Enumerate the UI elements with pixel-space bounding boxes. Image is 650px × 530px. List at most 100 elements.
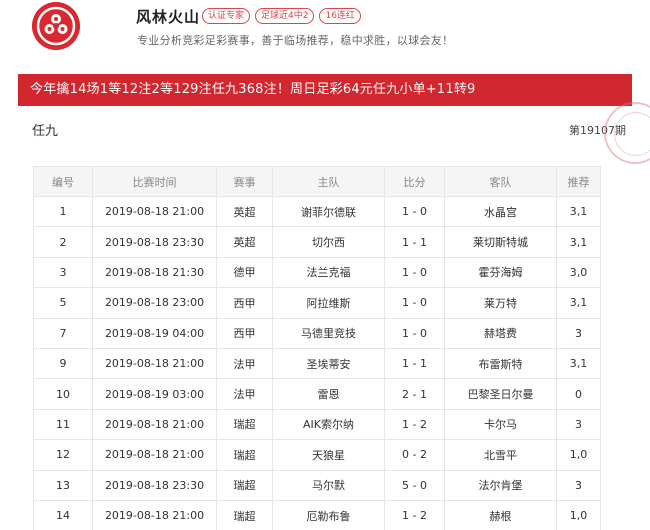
table-row[interactable]: 1 2019-08-18 21:00 英超 谢菲尔德联 1 - 0 水晶宫 3,1 (33, 195, 601, 228)
cell-pick: 3,0 (556, 256, 601, 289)
cell-home-team: 切尔西 (272, 226, 385, 258)
table-row[interactable]: 14 2019-08-18 21:00 瑞超 厄勒布鲁 1 - 2 赫根 1,0 (33, 499, 601, 530)
expert-name: 风林火山 (136, 8, 201, 26)
cell-time: 2019-08-18 21:00 (92, 408, 217, 441)
cell-score: 1 - 0 (384, 317, 445, 349)
cell-home-team: 谢菲尔德联 (272, 195, 385, 228)
cell-home-team: 厄勒布鲁 (272, 499, 385, 530)
cell-score: 1 - 1 (384, 347, 445, 380)
cell-score: 1 - 0 (384, 287, 445, 319)
header-score: 比分 (384, 166, 445, 197)
promo-banner[interactable]: 今年擒14场1等12注2等129注任九368注！周日足彩64元任九小单+11转9 (18, 74, 632, 106)
cell-no: 2 (33, 226, 93, 258)
cell-home-team: 马德里竞技 (272, 317, 385, 349)
cell-home-team: 雷恩 (272, 378, 385, 410)
cell-league: 瑞超 (216, 499, 273, 530)
table-row[interactable]: 7 2019-08-19 04:00 西甲 马德里竞技 1 - 0 赫塔费 3 (33, 317, 601, 349)
cell-away-team: 霍芬海姆 (444, 256, 557, 289)
table-row[interactable]: 2 2019-08-18 23:30 英超 切尔西 1 - 1 莱切斯特城 3,1 (33, 226, 601, 258)
cell-home-team: 马尔默 (272, 469, 385, 501)
cell-score: 1 - 2 (384, 499, 445, 530)
table-row[interactable]: 5 2019-08-18 23:00 西甲 阿拉维斯 1 - 0 莱万特 3,1 (33, 287, 601, 319)
header-home: 主队 (272, 166, 385, 197)
cell-away-team: 巴黎圣日尔曼 (444, 378, 557, 410)
cell-time: 2019-08-18 21:00 (92, 195, 217, 228)
table-row[interactable]: 3 2019-08-18 21:30 德甲 法兰克福 1 - 0 霍芬海姆 3,0 (33, 256, 601, 289)
table-row[interactable]: 12 2019-08-18 21:00 瑞超 天狼星 0 - 2 北雪平 1,0 (33, 439, 601, 471)
cell-no: 9 (33, 347, 93, 380)
expert-header: 风林火山 认证专家 足球近4中2 16连红 专业分析竞彩足彩赛事，善于临场推荐，… (0, 0, 650, 68)
header-pick: 推荐 (556, 166, 601, 197)
cell-time: 2019-08-18 21:00 (92, 499, 217, 530)
cell-league: 瑞超 (216, 439, 273, 471)
crest-icon (32, 2, 80, 50)
cell-league: 法甲 (216, 378, 273, 410)
cell-home-team: 阿拉维斯 (272, 287, 385, 319)
cell-score: 1 - 2 (384, 408, 445, 441)
header-away: 客队 (444, 166, 557, 197)
cell-no: 7 (33, 317, 93, 349)
header-league: 赛事 (216, 166, 273, 197)
tag-recent-record: 足球近4中2 (255, 8, 315, 24)
cell-time: 2019-08-18 21:00 (92, 439, 217, 471)
cell-score: 0 - 2 (384, 439, 445, 471)
cell-away-team: 莱万特 (444, 287, 557, 319)
cell-pick: 3 (556, 317, 601, 349)
cell-pick: 3 (556, 469, 601, 501)
cell-pick: 1,0 (556, 439, 601, 471)
cell-league: 瑞超 (216, 408, 273, 441)
table-row[interactable]: 11 2019-08-18 21:00 瑞超 AIK索尔纳 1 - 2 卡尔马 3 (33, 408, 601, 441)
cell-no: 11 (33, 408, 93, 441)
tag-certified: 认证专家 (202, 8, 251, 24)
cell-away-team: 莱切斯特城 (444, 226, 557, 258)
expert-tags: 认证专家 足球近4中2 16连红 (202, 8, 361, 24)
cell-time: 2019-08-18 23:00 (92, 287, 217, 319)
cell-no: 3 (33, 256, 93, 289)
expert-avatar[interactable] (32, 2, 80, 50)
cell-score: 1 - 0 (384, 195, 445, 228)
header-time: 比赛时间 (92, 166, 217, 197)
expert-description: 专业分析竞彩足彩赛事，善于临场推荐，稳中求胜，以球会友！ (137, 34, 454, 47)
cell-away-team: 水晶宫 (444, 195, 557, 228)
cell-league: 英超 (216, 226, 273, 258)
cell-league: 英超 (216, 195, 273, 228)
cell-away-team: 卡尔马 (444, 408, 557, 441)
cell-no: 5 (33, 287, 93, 319)
table-row[interactable]: 13 2019-08-18 23:30 瑞超 马尔默 5 - 0 法尔肯堡 3 (33, 469, 601, 501)
cell-time: 2019-08-18 23:30 (92, 469, 217, 501)
table-row[interactable]: 10 2019-08-19 03:00 法甲 雷恩 2 - 1 巴黎圣日尔曼 0 (33, 378, 601, 410)
cell-score: 1 - 1 (384, 226, 445, 258)
cell-away-team: 法尔肯堡 (444, 469, 557, 501)
cell-league: 西甲 (216, 287, 273, 319)
cell-pick: 3,1 (556, 347, 601, 380)
cell-pick: 3,1 (556, 195, 601, 228)
section-title: 任九 (32, 124, 59, 139)
header-no: 编号 (33, 166, 93, 197)
cell-time: 2019-08-19 03:00 (92, 378, 217, 410)
cell-time: 2019-08-19 04:00 (92, 317, 217, 349)
cell-time: 2019-08-18 23:30 (92, 226, 217, 258)
cell-time: 2019-08-18 21:00 (92, 347, 217, 380)
cell-home-team: AIK索尔纳 (272, 408, 385, 441)
section-title-bar: 任九 第19107期 (18, 102, 650, 164)
cell-league: 瑞超 (216, 469, 273, 501)
cell-no: 10 (33, 378, 93, 410)
cell-no: 1 (33, 195, 93, 228)
table-row[interactable]: 9 2019-08-18 21:00 法甲 圣埃蒂安 1 - 1 布雷斯特 3,1 (33, 347, 601, 380)
cell-no: 12 (33, 439, 93, 471)
tag-streak: 16连红 (319, 8, 361, 24)
cell-league: 德甲 (216, 256, 273, 289)
cell-away-team: 赫根 (444, 499, 557, 530)
cell-score: 5 - 0 (384, 469, 445, 501)
cell-league: 西甲 (216, 317, 273, 349)
cell-home-team: 法兰克福 (272, 256, 385, 289)
cell-pick: 3 (556, 408, 601, 441)
cell-league: 法甲 (216, 347, 273, 380)
cell-home-team: 圣埃蒂安 (272, 347, 385, 380)
cell-pick: 1,0 (556, 499, 601, 530)
cell-away-team: 布雷斯特 (444, 347, 557, 380)
picks-table: 编号 比赛时间 赛事 主队 比分 客队 推荐 1 2019-08-18 21:00… (33, 166, 601, 530)
cell-pick: 3,1 (556, 287, 601, 319)
cell-score: 1 - 0 (384, 256, 445, 289)
table-header-row: 编号 比赛时间 赛事 主队 比分 客队 推荐 (33, 166, 601, 197)
